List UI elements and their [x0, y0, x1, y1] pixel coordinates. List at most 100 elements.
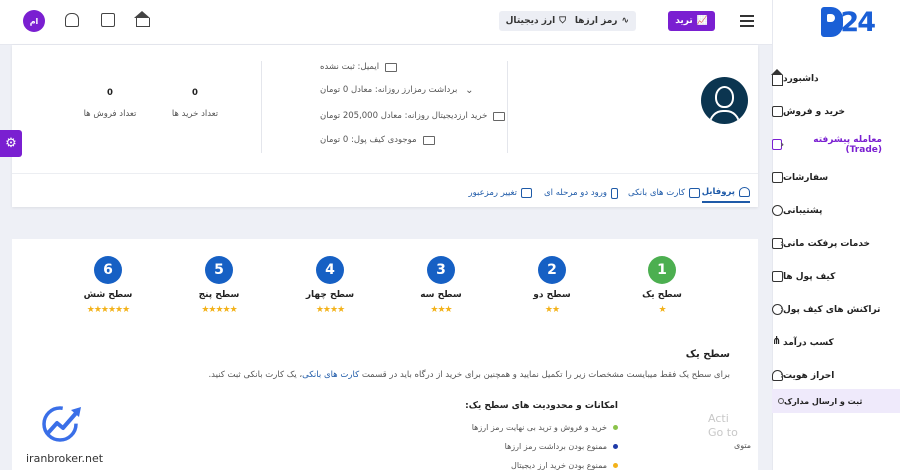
sidebar-item-buy-sell[interactable]: خرید و فروش: [772, 95, 900, 128]
level-stars: ★★★★★: [201, 305, 237, 315]
bullet-icon: [613, 425, 618, 430]
sidebar-nav: داشبورد خرید و فروش معامله پیشرفته (Trad…: [771, 62, 900, 392]
sidebar-item-earn[interactable]: کسب درآمد: [772, 326, 900, 359]
sidebar-item-label: سفارشات: [783, 172, 829, 183]
home-icon[interactable]: [134, 11, 150, 27]
level-stars: ★★: [544, 305, 560, 315]
sidebar-item-label: کیف پول ها: [783, 271, 836, 282]
levels-card: 1 سطح یک ★ 2 سطح دو ★★ 3 سطح سه ★★★ 4 سط…: [12, 239, 758, 470]
daily-withdraw-info: ⌄ برداشت رمزارز روزانه: معادل 0 تومان: [320, 85, 520, 95]
purchases-label: تعداد خرید ها: [171, 109, 219, 119]
profile-avatar: [701, 77, 748, 124]
features-title: امکانات و محدودیت های سطح یک:: [465, 401, 618, 411]
sidebar-item-dashboard[interactable]: داشبورد: [771, 62, 900, 95]
sidebar-item-perfect-money[interactable]: خدمات پرفکت مانی ‹: [772, 227, 900, 260]
earn-icon: [772, 334, 783, 348]
sales-count: 0: [107, 88, 113, 98]
activation-line: Go to: [708, 426, 738, 439]
level-detail-description: برای سطح یک فقط میبایست مشخصات زیر را تک…: [208, 370, 730, 380]
tab-change-password[interactable]: تغییر رمزعبور: [469, 183, 532, 203]
trade-button[interactable]: 📈 ترید: [668, 11, 715, 31]
level-title: سطح دو: [533, 290, 571, 300]
feature-item: ممنوع بودن خرید ارز دیجیتال: [511, 461, 618, 470]
level-number: 3: [427, 256, 455, 284]
menu-icon[interactable]: [740, 15, 754, 27]
sidebar-item-wallets[interactable]: کیف پول ها: [772, 260, 900, 293]
envelope-icon: [385, 62, 398, 72]
credit-card-icon: [689, 188, 700, 198]
tab-bank-cards[interactable]: کارت های بانکی: [628, 183, 700, 203]
feature-text: خرید و فروش و ترید بی نهایت رمز ارزها: [471, 423, 607, 432]
activation-line: Acti: [708, 412, 729, 425]
sidebar-item-identity[interactable]: احراز هویت ‹: [772, 359, 900, 392]
crypto-button[interactable]: ∿ رمز ارزها: [567, 11, 636, 31]
wallet-balance-text: موجودی کیف پول: 0 تومان: [320, 135, 417, 145]
profile-card: ایمیل: ثبت نشده ⌄ برداشت رمزارز روزانه: …: [12, 45, 758, 207]
sales-stat: 0 تعداد فروش ها: [70, 88, 150, 119]
chevron-down-icon: ⌄: [465, 84, 474, 96]
trade-button-label: ترید: [675, 16, 693, 26]
sidebar-item-advanced-trade[interactable]: معامله پیشرفته (Trade) ‹: [772, 128, 900, 161]
message-icon[interactable]: [101, 13, 115, 27]
level-title: سطح سه: [420, 290, 462, 300]
sidebar-subitem-submit-documents[interactable]: ثبت و ارسال مدارک: [772, 389, 900, 413]
level-2[interactable]: 2 سطح دو ★★: [512, 256, 592, 315]
chevron-left-icon: ‹: [780, 304, 785, 315]
sidebar-item-orders[interactable]: سفارشات: [772, 161, 900, 194]
sidebar-item-support[interactable]: پشتیبانی: [772, 194, 900, 227]
top-bar: 📈 ترید ∿ رمز ارزها ⛉ ارز دیجیتال ام: [0, 0, 772, 45]
feature-item: ممنوع بودن برداشت رمز ارزها: [505, 442, 618, 451]
sidebar-item-wallet-transactions[interactable]: تراکنش های کیف پول ‹: [772, 293, 900, 326]
sidebar-item-label: معامله پیشرفته (Trade): [813, 134, 882, 155]
level-3[interactable]: 3 سطح سه ★★★: [401, 256, 481, 315]
chevron-left-icon: ‹: [780, 370, 785, 381]
daily-buy-info: خرید ارزدیجیتال روزانه: معادل 205,000 تو…: [320, 111, 520, 121]
level-5[interactable]: 5 سطح پنج ★★★★★: [179, 256, 259, 315]
sidebar-item-label: خرید و فروش: [783, 106, 846, 117]
tab-label: پروفایل: [701, 187, 735, 197]
daily-withdraw-text: برداشت رمزارز روزانه: معادل 0 تومان: [320, 85, 458, 95]
user-avatar[interactable]: ام: [23, 10, 45, 32]
pulse-icon: ∿: [621, 16, 629, 26]
sales-label: تعداد فروش ها: [83, 109, 137, 119]
brand-logo[interactable]: 24: [821, 4, 876, 40]
feature-text: ممنوع بودن برداشت رمز ارزها: [504, 442, 607, 451]
level-stars: ★★★★: [315, 305, 345, 315]
level-stars: ★: [658, 305, 666, 315]
sidebar-subitem-label: ثبت و ارسال مدارک: [784, 396, 863, 406]
sidebar-item-label: احراز هویت: [783, 370, 835, 381]
wallet-icon: [422, 135, 435, 145]
sidebar-item-label: خدمات پرفکت مانی: [783, 238, 871, 249]
digital-currency-button[interactable]: ⛉ ارز دیجیتال: [498, 11, 573, 31]
level-1[interactable]: 1 سطح یک ★: [622, 256, 702, 315]
sidebar-item-label: تراکنش های کیف پول: [783, 304, 881, 315]
feature-item: خرید و فروش و ترید بی نهایت رمز ارزها: [472, 423, 618, 432]
home-icon: [771, 69, 783, 86]
level-title: سطح پنج: [198, 290, 240, 300]
email-text: ایمیل: ثبت نشده: [320, 62, 380, 72]
bell-icon[interactable]: [65, 13, 79, 27]
level-number: 1: [648, 256, 676, 284]
logo-mark: [821, 7, 844, 37]
level-6[interactable]: 6 سطح شش ★★★★★★: [68, 256, 148, 315]
tab-label: ورود دو مرحله ای: [544, 188, 607, 198]
orders-icon: [772, 172, 783, 183]
settings-button[interactable]: ⚙: [0, 130, 22, 157]
tab-two-factor[interactable]: ورود دو مرحله ای: [544, 183, 618, 203]
chart-icon: 📈: [696, 16, 708, 26]
level-title: سطح یک: [642, 290, 682, 300]
sidebar-item-label: کسب درآمد: [783, 337, 834, 348]
wallet-icon: [772, 271, 783, 282]
gear-icon: ⚙: [5, 136, 17, 151]
credit-card-icon: [493, 111, 506, 121]
shield-icon: ⛉: [559, 16, 566, 26]
feature-text: ممنوع بودن خرید ارز دیجیتال: [511, 461, 607, 470]
chevron-left-icon: ‹: [780, 139, 785, 150]
level-4[interactable]: 4 سطح چهار ★★★★: [290, 256, 370, 315]
wallet-balance-info: موجودی کیف پول: 0 تومان: [320, 135, 520, 145]
tab-profile[interactable]: پروفایل: [701, 183, 750, 203]
circle-bullet-icon: [778, 398, 784, 404]
purchases-count: 0: [192, 88, 198, 98]
level-number: 6: [94, 256, 122, 284]
bank-cards-link[interactable]: کارت های بانکی: [302, 370, 359, 380]
